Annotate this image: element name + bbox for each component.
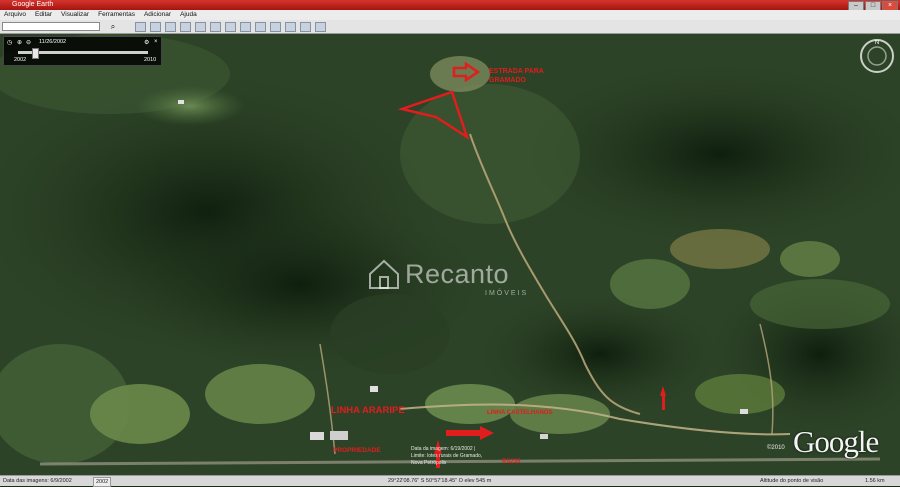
label-linha-castelhanos: LINHA CASTELHANOS [487,410,553,416]
label-linha-araripe: LINHA ARARIPE [331,405,405,416]
print-icon[interactable] [300,22,311,32]
copyright: ©2010 [767,445,785,451]
sun-icon[interactable] [240,22,251,32]
menu-editar[interactable]: Editar [35,10,52,20]
email-icon[interactable] [285,22,296,32]
zoom-out-icon[interactable]: ⊖ [26,39,31,46]
menu-ferramentas[interactable]: Ferramentas [98,10,135,20]
menu-adicionar[interactable]: Adicionar [144,10,171,20]
label-estrada-gramado: ESTRADA PARA GRAMADO [489,68,544,84]
toolbar: ⌕ [0,20,900,34]
svg-text:N: N [875,40,879,46]
slider-handle[interactable] [32,48,39,59]
watermark-subtitle: IMÓVEIS [485,290,529,297]
label-rs235: RS235 [502,459,521,465]
zoom-in-icon[interactable]: ⊕ [17,39,22,46]
search-icon[interactable]: ⌕ [107,22,119,32]
historical-imagery-slider[interactable]: ◷ ⊕ ⊖ ⚙ × 11/26/2002 2002 2010 [3,36,162,66]
clock-icon[interactable]: ◷ [7,39,12,46]
tour-icon[interactable] [210,22,221,32]
ruler-icon[interactable] [270,22,281,32]
settings-wrench-icon[interactable]: ⚙ [144,39,149,46]
status-eye-altitude: 1.56 km [865,478,885,484]
menu-visualizar[interactable]: Visualizar [61,10,89,20]
image-date-note: Data da imagem: 6/19/2002 | Limite: lote… [411,446,483,466]
toolbar-icons [135,22,326,32]
menu-arquivo[interactable]: Arquivo [4,10,26,20]
menu-ajuda[interactable]: Ajuda [180,10,197,20]
window-controls: – □ × [848,0,898,11]
path-icon[interactable] [180,22,191,32]
watermark-house-icon [369,259,399,289]
search-input[interactable] [2,22,100,31]
status-imagery-date: Data das imagens: 6/9/2002 [3,478,72,484]
history-icon[interactable] [225,22,236,32]
status-coordinates: 29°22'08.76" S 50°57'18.45" O elev 545 m [388,478,492,484]
compass-icon[interactable]: N [859,38,895,74]
label-propriedade: PROPRIEDADE [333,447,381,454]
map-view[interactable]: Recanto IMÓVEIS [0,34,900,475]
close-slider-icon[interactable]: × [154,39,158,45]
slider-start-year: 2002 [14,57,27,63]
watermark-brand: Recanto [405,259,510,289]
overlay-icon[interactable] [195,22,206,32]
status-bar: Data das imagens: 6/9/2002 2002 29°22'08… [0,475,900,487]
status-eye-label: Altitude do ponto de visão [760,478,824,484]
slider-date: 11/26/2002 [39,39,67,45]
google-logo: Google [793,424,879,459]
menu-bar: Arquivo Editar Visualizar Ferramentas Ad… [0,10,900,20]
polygon-icon[interactable] [165,22,176,32]
sidebar-toggle-icon[interactable] [135,22,146,32]
planets-icon[interactable] [255,22,266,32]
google-maps-icon[interactable] [315,22,326,32]
window-title: Google Earth [12,1,54,8]
satellite-imagery [0,34,900,475]
placemark-icon[interactable] [150,22,161,32]
slider-end-year: 2010 [144,57,157,63]
title-bar: Google Earth – □ × [0,0,900,11]
